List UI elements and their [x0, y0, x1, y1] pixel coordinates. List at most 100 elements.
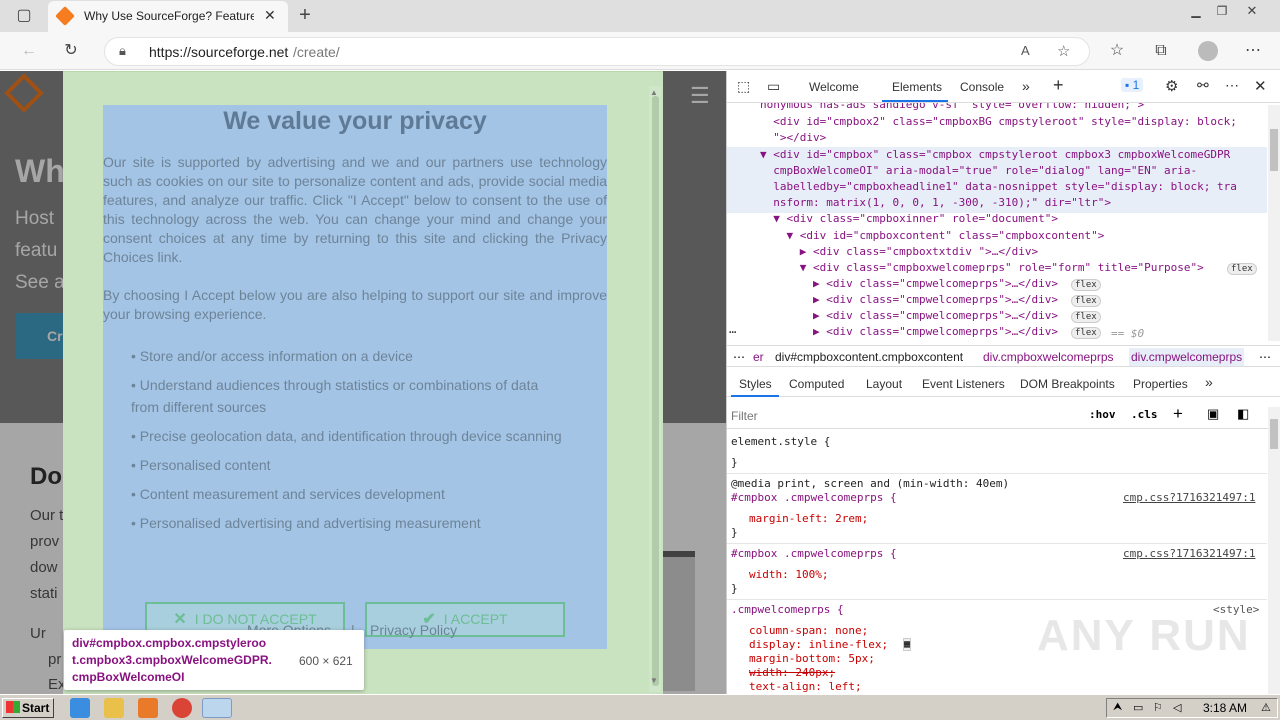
- tray-network-icon[interactable]: ▭: [1133, 701, 1143, 714]
- dom-ellipsis-icon[interactable]: ⋯: [729, 325, 736, 339]
- tab-computed[interactable]: Computed: [789, 377, 844, 391]
- chrome-icon[interactable]: [172, 698, 192, 718]
- scroll-up-icon[interactable]: ▲: [650, 88, 658, 97]
- breadcrumb-item[interactable]: er: [753, 350, 764, 364]
- paint-icon[interactable]: ▣: [1207, 406, 1219, 422]
- scroll-down-icon[interactable]: ▼: [650, 676, 658, 685]
- close-tab-icon[interactable]: ✕: [264, 7, 276, 24]
- customize-icon[interactable]: ⚯: [1197, 77, 1209, 94]
- favorite-add-icon[interactable]: ☆: [1057, 42, 1070, 60]
- tab-dom-breakpoints[interactable]: DOM Breakpoints: [1020, 377, 1115, 391]
- more-style-tabs-icon[interactable]: »: [1205, 374, 1213, 390]
- breadcrumb-item[interactable]: div.cmpwelcomeprps: [1129, 348, 1245, 366]
- rule-selector[interactable]: #cmpbox .cmpwelcomeprps {: [731, 547, 897, 561]
- element-style-selector[interactable]: element.style {: [731, 435, 830, 449]
- more-options-icon[interactable]: ⋯: [1225, 77, 1239, 94]
- tab-console[interactable]: Console: [960, 80, 1004, 94]
- styles-filter-input[interactable]: [731, 407, 1071, 425]
- tray-volume-icon[interactable]: ◁: [1173, 701, 1181, 714]
- tray-warning-icon[interactable]: ⚠: [1261, 701, 1271, 714]
- dom-line[interactable]: ▶ <div class="cmpwelcomeprps">…</div>: [760, 292, 1058, 308]
- dom-scrollbar-thumb[interactable]: [1270, 129, 1278, 171]
- restore-icon[interactable]: ❐: [1210, 1, 1234, 21]
- sidebar-toggle-icon[interactable]: ◧: [1237, 406, 1249, 422]
- css-declaration[interactable]: margin-left: 2rem;: [749, 512, 868, 526]
- dom-line[interactable]: "></div>: [760, 130, 826, 146]
- dialog-scrollbar-thumb[interactable]: [652, 96, 659, 686]
- tab-actions-icon[interactable]: ▢: [14, 6, 34, 26]
- css-declaration[interactable]: text-align: left;: [749, 680, 862, 694]
- css-declaration-overridden[interactable]: width: 240px;: [749, 666, 835, 680]
- browser-tab[interactable]: Why Use SourceForge? Features a ✕: [48, 1, 288, 32]
- tray-flag-icon[interactable]: ⚐: [1153, 701, 1163, 714]
- tab-event-listeners[interactable]: Event Listeners: [922, 377, 1005, 391]
- css-declaration[interactable]: column-span: none;: [749, 624, 868, 638]
- breadcrumb-item[interactable]: div.cmpboxwelcomeprps: [983, 350, 1114, 364]
- rule-source-link[interactable]: cmp.css?1716321497:1: [1123, 547, 1255, 561]
- ie-icon[interactable]: [70, 698, 90, 718]
- refresh-icon[interactable]: ↻: [60, 41, 82, 61]
- dom-line[interactable]: ▼ <div class="cmpboxinner" role="documen…: [760, 211, 1058, 227]
- dom-line[interactable]: <div id="cmpbox2" class="cmpboxBG cmpsty…: [760, 114, 1237, 130]
- media-player-icon[interactable]: [138, 698, 158, 718]
- dom-line[interactable]: honymous has-ads sandiego v-sf" style="o…: [760, 103, 1144, 113]
- add-tab-icon[interactable]: +: [1053, 75, 1064, 96]
- more-tabs-icon[interactable]: »: [1022, 78, 1030, 94]
- css-declaration[interactable]: width: 100%;: [749, 568, 828, 582]
- flex-badge[interactable]: flex: [1071, 279, 1101, 291]
- dom-line[interactable]: cmpBoxWelcomeOI" aria-modal="true" role=…: [760, 163, 1197, 179]
- start-button[interactable]: Start: [2, 698, 54, 718]
- new-tab-icon[interactable]: +: [294, 5, 316, 25]
- css-declaration[interactable]: display: inline-flex;: [749, 638, 888, 652]
- flex-badge[interactable]: flex: [1071, 295, 1101, 307]
- breadcrumb-item[interactable]: div#cmpboxcontent.cmpboxcontent: [775, 350, 963, 364]
- breadcrumb-more-icon[interactable]: ⋯: [733, 350, 745, 364]
- edge-icon[interactable]: [202, 698, 232, 718]
- tab-layout[interactable]: Layout: [866, 377, 902, 391]
- url-field[interactable]: 🔒︎ https://sourceforge.net /create/ A ☆: [104, 37, 1090, 66]
- flex-editor-icon[interactable]: ▦: [903, 638, 912, 651]
- cls-toggle[interactable]: .cls: [1131, 408, 1158, 421]
- favorites-icon[interactable]: ☆: [1106, 41, 1128, 61]
- dom-line[interactable]: ▶ <div class="cmpwelcomeprps">…</div>: [760, 324, 1058, 340]
- styles-scrollbar-thumb[interactable]: [1270, 419, 1278, 449]
- flex-badge[interactable]: flex: [1071, 327, 1101, 339]
- tab-styles[interactable]: Styles: [739, 377, 772, 391]
- close-window-icon[interactable]: ✕: [1240, 1, 1264, 21]
- tab-elements[interactable]: Elements: [892, 80, 942, 94]
- css-declaration[interactable]: margin-bottom: 5px;: [749, 652, 875, 666]
- collections-icon[interactable]: ⧉: [1150, 41, 1172, 61]
- styles-scrollbar[interactable]: [1268, 407, 1280, 694]
- dom-line[interactable]: ▶ <div class="cmpwelcomeprps">…</div>: [760, 308, 1058, 324]
- tab-properties[interactable]: Properties: [1133, 377, 1188, 391]
- menu-icon[interactable]: ⋯: [1242, 41, 1264, 61]
- dom-line[interactable]: ▶ <div class="cmpwelcomeprps">…</div>: [760, 276, 1058, 292]
- flex-badge[interactable]: flex: [1227, 263, 1257, 275]
- tab-welcome[interactable]: Welcome: [809, 80, 859, 94]
- dom-line[interactable]: nsform: matrix(1, 0, 0, 1, -300, -310);"…: [760, 195, 1111, 211]
- dom-line[interactable]: ▶ <div class="cmpboxtxtdiv ">…</div>: [760, 244, 1038, 260]
- dom-scrollbar[interactable]: [1268, 105, 1280, 341]
- hov-toggle[interactable]: :hov: [1089, 408, 1116, 421]
- rule-source-link[interactable]: cmp.css?1716321497:1: [1123, 491, 1255, 505]
- inspect-element-icon[interactable]: ⬚: [737, 78, 750, 95]
- dom-line[interactable]: labelledby="cmpboxheadline1" data-nosnip…: [760, 179, 1237, 195]
- profile-avatar[interactable]: [1198, 41, 1218, 61]
- close-devtools-icon[interactable]: ✕: [1254, 77, 1267, 95]
- dom-line[interactable]: ▼ <div id="cmpboxcontent" class="cmpboxc…: [760, 228, 1104, 244]
- dom-line[interactable]: ▼ <div id="cmpbox" class="cmpbox cmpstyl…: [760, 147, 1230, 163]
- tray-up-icon[interactable]: ⮝: [1113, 701, 1122, 714]
- minimize-icon[interactable]: ▁: [1184, 1, 1208, 21]
- back-icon[interactable]: ←: [18, 41, 40, 61]
- device-toolbar-icon[interactable]: ▭: [767, 78, 780, 95]
- issues-badge[interactable]: ▪ 1: [1121, 78, 1144, 92]
- breadcrumb-more-icon[interactable]: ⋯: [1259, 350, 1271, 364]
- rule-selector[interactable]: .cmpwelcomeprps {: [731, 603, 844, 617]
- explorer-icon[interactable]: [104, 698, 124, 718]
- settings-icon[interactable]: ⚙: [1165, 77, 1178, 95]
- read-aloud-icon[interactable]: A: [1021, 43, 1030, 58]
- rule-selector[interactable]: #cmpbox .cmpwelcomeprps {: [731, 491, 897, 505]
- dom-line[interactable]: ▼ <div class="cmpboxwelcomeprps" role="f…: [760, 260, 1204, 276]
- privacy-policy-link[interactable]: Privacy Policy: [370, 622, 457, 638]
- new-rule-icon[interactable]: +: [1173, 404, 1183, 424]
